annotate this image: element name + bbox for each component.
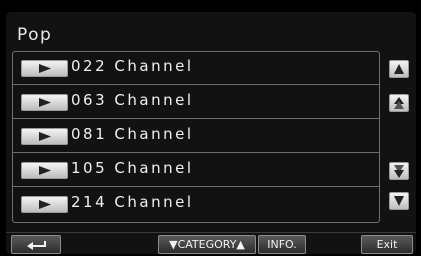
- channel-list: 022 Channel 063 Channel 081 Channel 105 …: [12, 51, 380, 223]
- page-up-icon: [394, 97, 404, 109]
- page-down-icon: [394, 165, 404, 178]
- play-button[interactable]: [21, 196, 68, 213]
- page-title: Pop: [17, 25, 53, 45]
- bottom-bar: ▼CATEGORY▲ INFO. Exit: [6, 232, 416, 255]
- scroll-down-button[interactable]: [389, 192, 409, 210]
- exit-button[interactable]: Exit: [361, 235, 413, 254]
- play-icon: [39, 64, 51, 73]
- scroll-up-button[interactable]: [389, 60, 409, 78]
- page-down-button[interactable]: [389, 162, 409, 180]
- up-arrow-icon: [394, 64, 404, 74]
- play-icon: [39, 98, 51, 107]
- list-item[interactable]: 214 Channel: [13, 188, 379, 221]
- channel-label: 214 Channel: [71, 193, 194, 211]
- category-button[interactable]: ▼CATEGORY▲: [158, 235, 256, 254]
- list-item[interactable]: 081 Channel: [13, 120, 379, 153]
- list-item[interactable]: 063 Channel: [13, 86, 379, 119]
- screen: Pop 022 Channel 063 Channel 081 Channel …: [6, 12, 416, 254]
- play-button[interactable]: [21, 162, 68, 179]
- back-button[interactable]: [11, 235, 61, 254]
- play-icon: [39, 166, 51, 175]
- down-arrow-icon: [394, 196, 404, 206]
- list-item[interactable]: 022 Channel: [13, 52, 379, 85]
- page-up-button[interactable]: [389, 94, 409, 112]
- play-button[interactable]: [21, 94, 68, 111]
- info-button[interactable]: INFO.: [258, 235, 306, 254]
- play-icon: [39, 200, 51, 209]
- play-button[interactable]: [21, 128, 68, 145]
- channel-label: 063 Channel: [71, 91, 194, 109]
- play-button[interactable]: [21, 60, 68, 77]
- channel-label: 105 Channel: [71, 159, 194, 177]
- channel-label: 022 Channel: [71, 57, 194, 75]
- play-icon: [39, 132, 51, 141]
- list-item[interactable]: 105 Channel: [13, 154, 379, 187]
- channel-label: 081 Channel: [71, 125, 194, 143]
- return-arrow-icon: [27, 241, 46, 250]
